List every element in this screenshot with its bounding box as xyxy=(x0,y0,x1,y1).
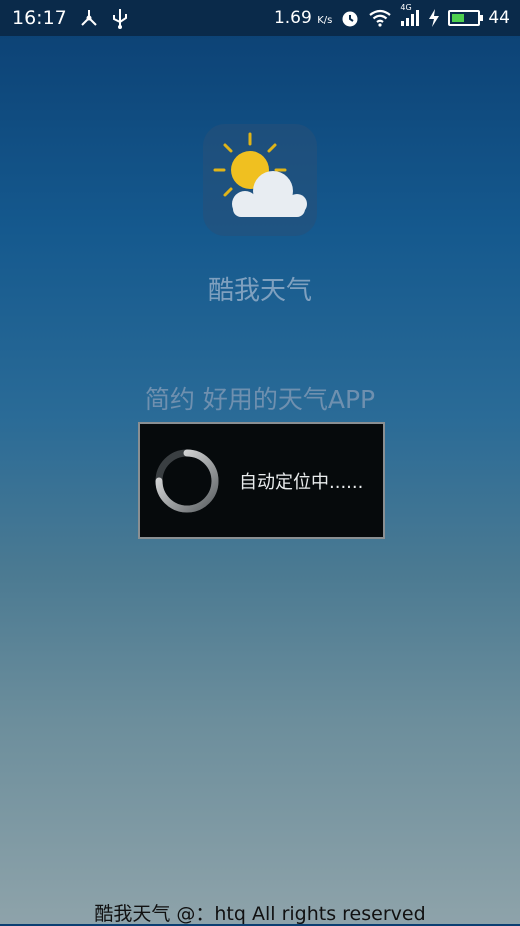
locating-message: 自动定位中...... xyxy=(239,471,364,493)
charging-icon xyxy=(428,9,440,27)
usb-icon xyxy=(111,7,129,29)
locating-dialog: 自动定位中...... xyxy=(138,422,385,539)
status-time: 16:17 xyxy=(12,7,67,29)
loading-spinner-icon xyxy=(155,449,219,512)
battery-level: 44 xyxy=(488,8,510,28)
alarm-icon xyxy=(340,8,360,28)
app-slogan: 简约 好用的天气APP xyxy=(144,385,376,414)
share-icon xyxy=(79,8,99,28)
app-title: 酷我天气 xyxy=(207,276,312,306)
network-speed: 1.69 K/s xyxy=(273,8,333,28)
app-logo xyxy=(203,124,317,236)
status-bar: 16:17 1.69 K/s 4G 44 xyxy=(0,0,520,36)
copyright-footer: 酷我天气 @：htq All rights reserved xyxy=(94,903,426,925)
weather-sun-cloud-icon xyxy=(213,132,307,217)
battery-icon xyxy=(448,10,484,26)
signal-icon: 4G xyxy=(400,3,420,27)
wifi-icon xyxy=(368,9,392,27)
